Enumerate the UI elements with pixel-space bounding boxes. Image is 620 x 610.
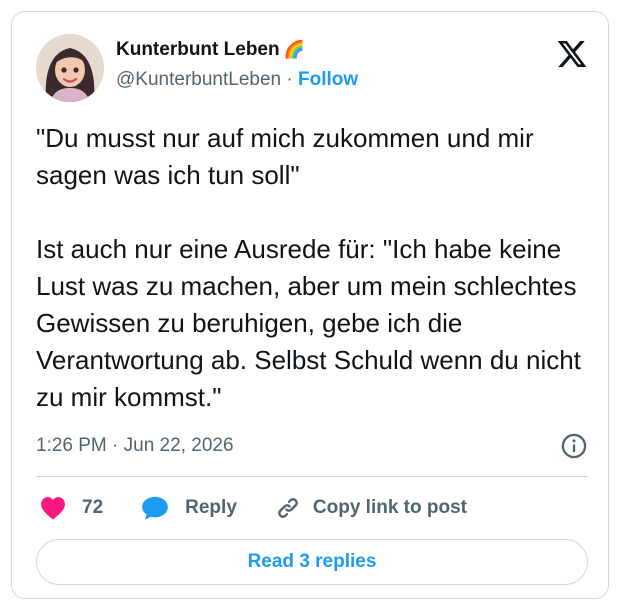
- read-replies-button[interactable]: Read 3 replies: [36, 539, 588, 585]
- x-logo-icon[interactable]: [556, 38, 588, 70]
- avatar-illustration: [36, 34, 104, 102]
- heart-icon: [41, 497, 65, 520]
- follow-button[interactable]: Follow: [298, 69, 358, 90]
- copy-link-button[interactable]: Copy link to post: [275, 495, 467, 521]
- action-bar: 72 Reply Copy link to post: [36, 490, 588, 526]
- link-icon: [278, 498, 298, 518]
- tweet-text: "Du musst nur auf mich zukommen und mir …: [36, 123, 581, 412]
- author-block: Kunterbunt Leben 🌈 @KunterbuntLeben · Fo…: [116, 39, 358, 91]
- copy-link-label: Copy link to post: [312, 497, 467, 518]
- tweet-timestamp[interactable]: 1:26 PM · Jun 22, 2026: [36, 435, 234, 456]
- reply-label: Reply: [185, 497, 237, 518]
- info-icon[interactable]: [560, 432, 588, 460]
- rainbow-icon: 🌈: [283, 40, 305, 60]
- tweet-meta: 1:26 PM · Jun 22, 2026: [36, 431, 588, 461]
- speech-bubble-icon: [142, 496, 168, 520]
- read-replies-label: Read 3 replies: [247, 551, 377, 572]
- like-count: 72: [82, 497, 104, 518]
- like-button[interactable]: 72: [40, 496, 103, 520]
- handle-separator: ·: [281, 69, 298, 90]
- author-name[interactable]: Kunterbunt Leben 🌈: [116, 39, 358, 61]
- divider: [36, 476, 588, 477]
- author-name-text: Kunterbunt Leben: [116, 39, 280, 60]
- handle-row: @KunterbuntLeben · Follow: [116, 69, 358, 91]
- author-handle[interactable]: @KunterbuntLeben: [116, 69, 281, 90]
- tweet-card: Kunterbunt Leben 🌈 @KunterbuntLeben · Fo…: [11, 11, 609, 599]
- tweet-header: Kunterbunt Leben 🌈 @KunterbuntLeben · Fo…: [36, 34, 588, 104]
- reply-button[interactable]: Reply: [141, 495, 237, 521]
- avatar[interactable]: [36, 34, 104, 102]
